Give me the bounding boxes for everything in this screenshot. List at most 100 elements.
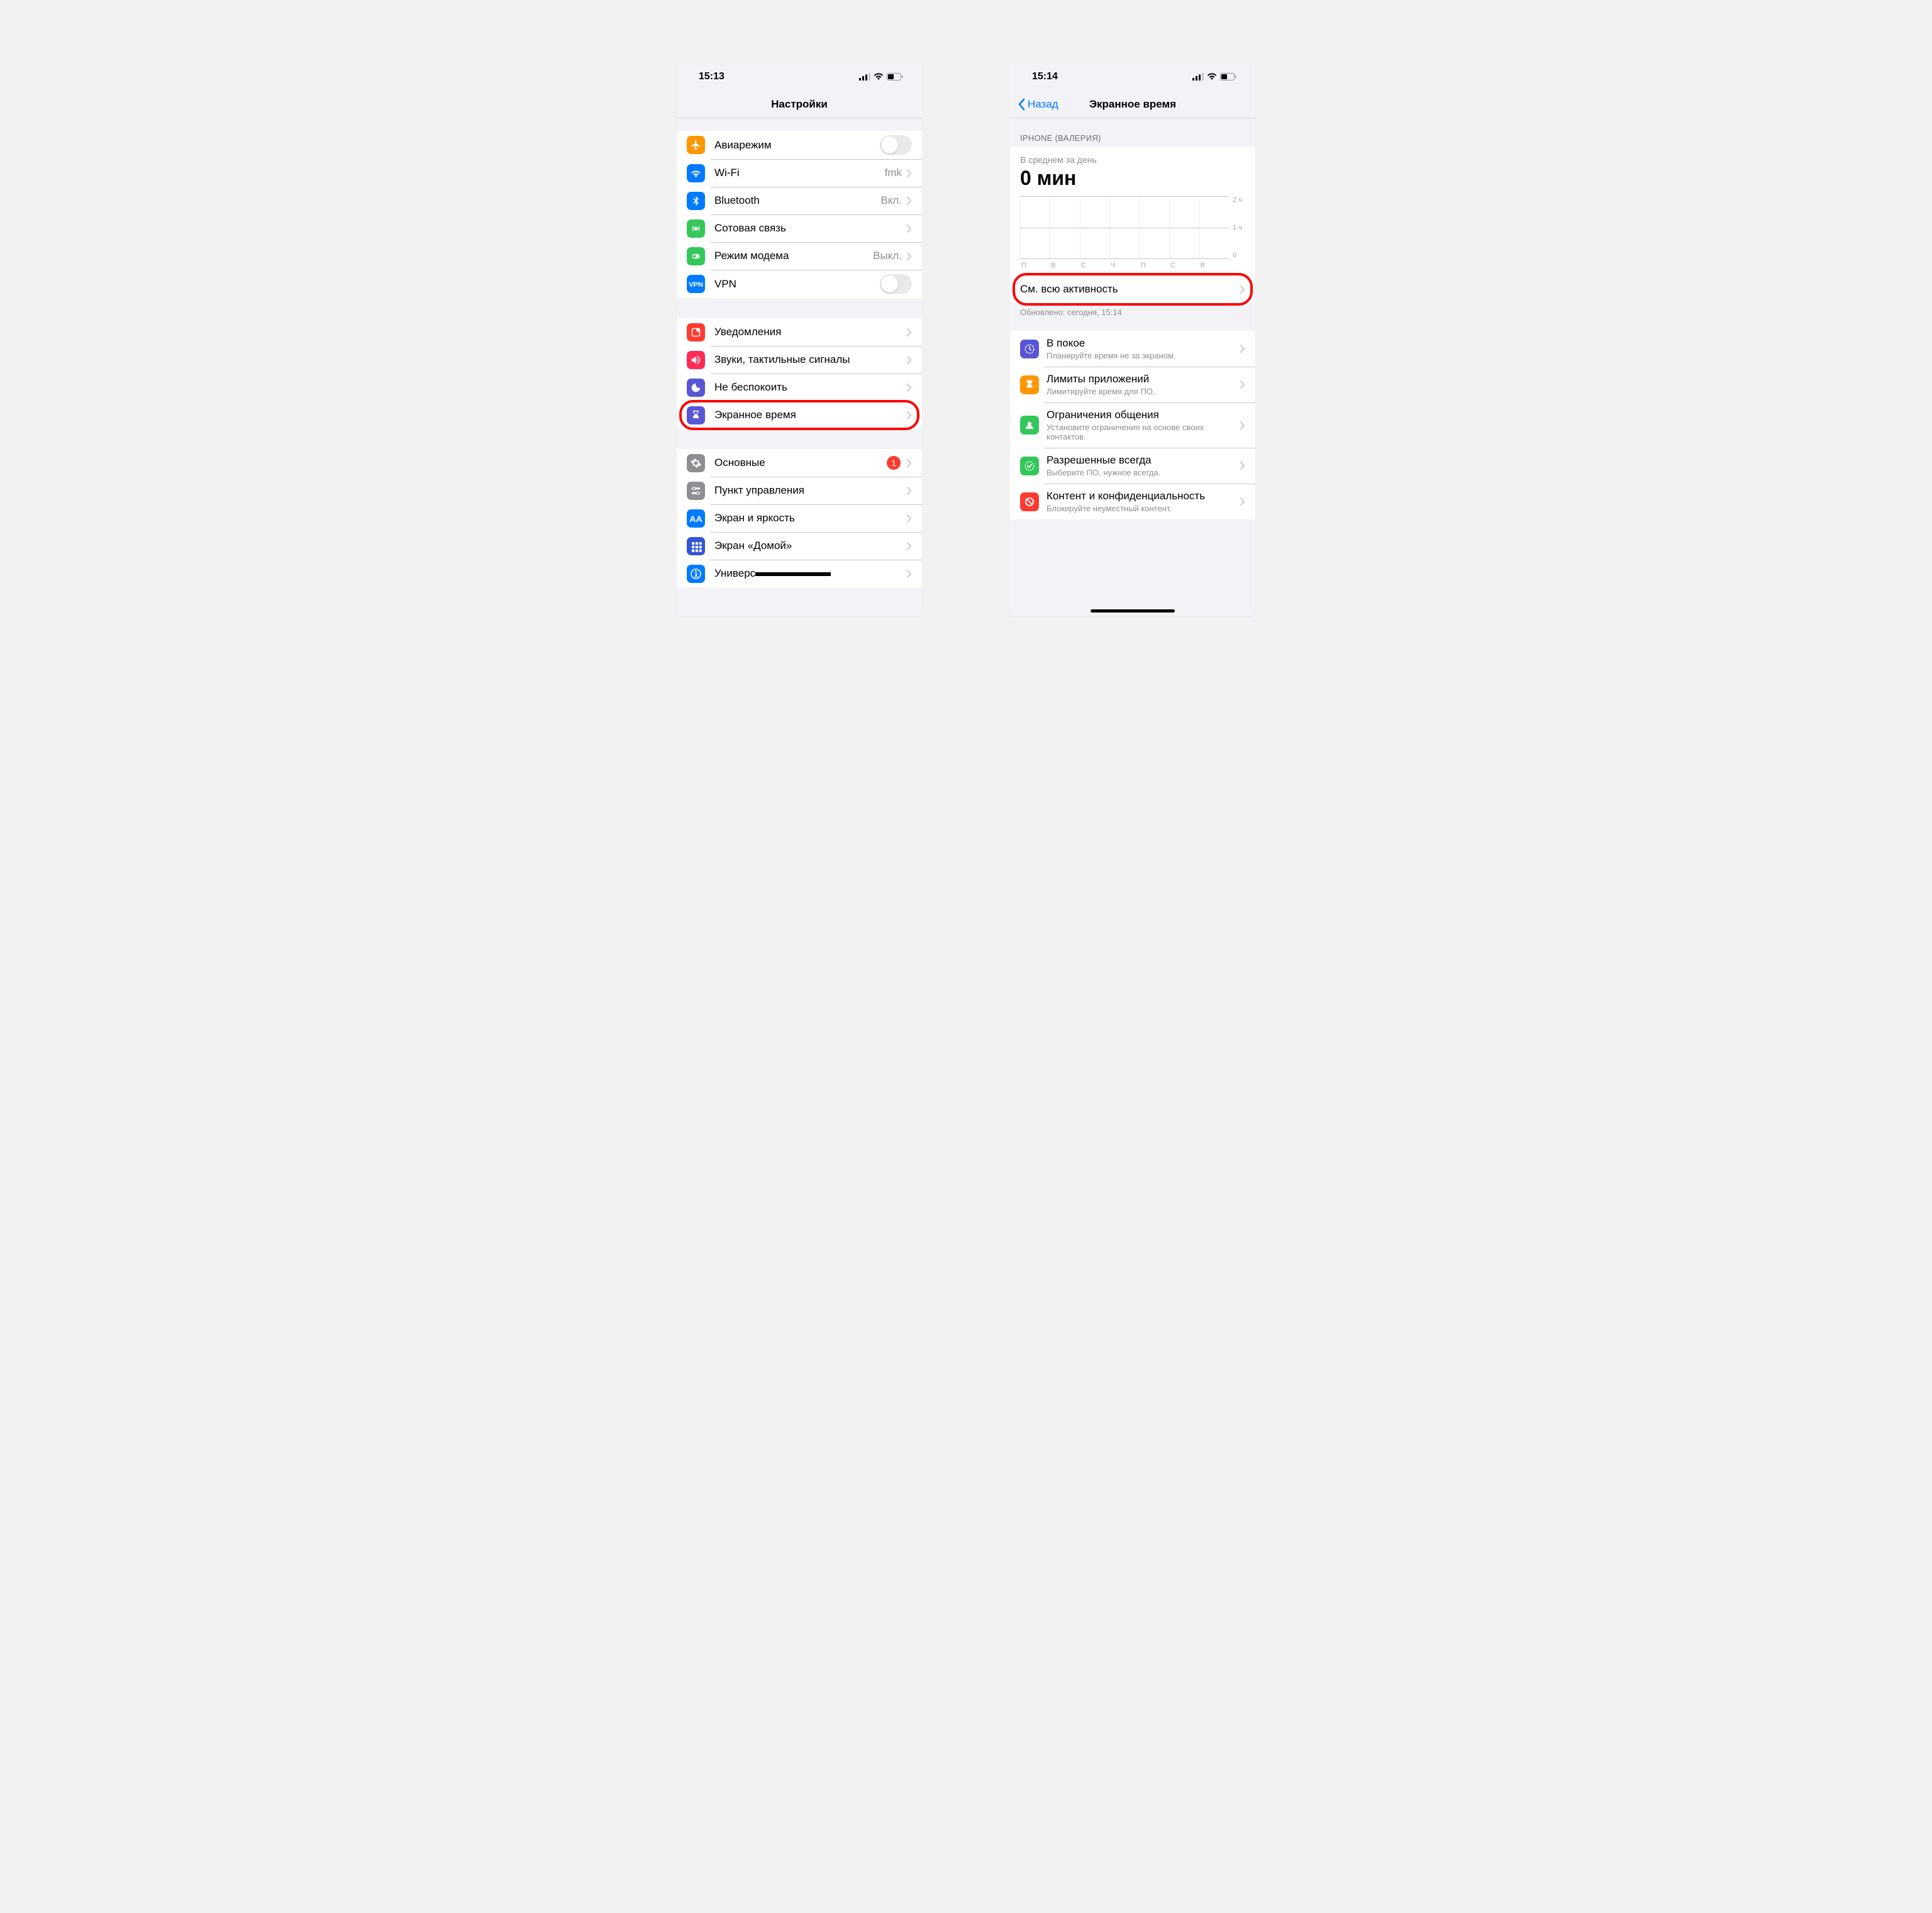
option-subtitle: Выберите ПО, нужное всегда. (1046, 468, 1240, 477)
screentime-option-allowed[interactable]: Разрешенные всегдаВыберите ПО, нужное вс… (1010, 448, 1255, 484)
battery-icon (1220, 73, 1236, 80)
screentime-option-downtime[interactable]: В покоеПланируйте время не за экраном. (1010, 331, 1255, 367)
row-label: Пункт управления (714, 484, 907, 497)
chevron-right-icon (907, 459, 912, 467)
settings-row-airplane[interactable]: Авиарежим (677, 131, 922, 159)
chevron-right-icon (1240, 497, 1245, 506)
nav-bar: Назад Экранное время (1010, 91, 1255, 118)
chevron-right-icon (907, 514, 912, 523)
settings-row-notif[interactable]: Уведомления (677, 318, 922, 346)
settings-row-sound[interactable]: Звуки, тактильные сигналы (677, 346, 922, 374)
phone-settings: 15:13 Настройки АвиарежимWi-FifmkBluetoo… (677, 63, 922, 616)
settings-row-moon[interactable]: Не беспокоить (677, 374, 922, 401)
page-title: Настройки (771, 98, 828, 111)
option-subtitle: Блокируйте неуместный контент. (1046, 504, 1240, 513)
row-label: VPN (714, 278, 880, 291)
option-title: Ограничения общения (1046, 409, 1240, 421)
x-label: С (1169, 262, 1199, 269)
access-icon (687, 565, 705, 583)
svg-text:AA: AA (689, 514, 702, 524)
screentime-option-limits[interactable]: Лимиты приложений Лимитируйте время для П… (1010, 367, 1255, 402)
row-value: Выкл. (873, 250, 902, 262)
chevron-right-icon (907, 487, 912, 495)
phone-screentime: 15:14 Назад Экранное время IPHONE (ВАЛЕР… (1010, 63, 1255, 616)
settings-row-home[interactable]: Экран «Домой» (677, 532, 922, 560)
row-label: Звуки, тактильные сигналы (714, 353, 907, 366)
x-label: П (1020, 262, 1050, 269)
chevron-right-icon (907, 169, 912, 177)
chevron-right-icon (907, 252, 912, 260)
gear-icon (687, 454, 705, 472)
display-icon: AA (687, 509, 705, 528)
row-label: Bluetooth (714, 194, 880, 207)
row-label: Не беспокоить (714, 381, 907, 394)
option-subtitle: Планируйте время не за экраном. (1046, 351, 1240, 360)
settings-row-hourglass[interactable]: Экранное время (677, 401, 922, 429)
home-icon (687, 537, 705, 555)
sound-icon (687, 351, 705, 369)
cellular-icon (1192, 73, 1204, 80)
row-label: Экран «Домой» (714, 540, 907, 552)
settings-row-cellular[interactable]: Сотовая связь (677, 214, 922, 242)
option-title: Лимиты приложений (1046, 373, 1240, 385)
badge: 1 (887, 456, 901, 470)
notif-icon (687, 323, 705, 341)
settings-row-control[interactable]: Пункт управления (677, 477, 922, 504)
settings-row-gear[interactable]: Основные1 (677, 449, 922, 477)
row-label: Основные (714, 457, 887, 469)
settings-row-display[interactable]: AA Экран и яркость (677, 504, 922, 532)
battery-icon (887, 73, 903, 80)
option-subtitle: Установите ограничения на основе своих к… (1046, 423, 1240, 441)
settings-row-vpn[interactable]: VPNVPN (677, 270, 922, 298)
hourglass-icon (687, 406, 705, 424)
see-all-activity-row[interactable]: См. всю активность (1010, 275, 1255, 303)
chevron-right-icon (907, 542, 912, 550)
wifi-icon (874, 73, 884, 80)
page-title: Экранное время (1089, 98, 1176, 111)
status-time: 15:14 (1032, 71, 1058, 82)
hotspot-icon (687, 247, 705, 265)
status-bar: 15:14 (1010, 63, 1255, 91)
status-time: 15:13 (699, 71, 724, 82)
toggle-switch[interactable] (880, 135, 912, 155)
option-title: Контент и конфиденциальность (1046, 490, 1240, 502)
settings-row-bluetooth[interactable]: BluetoothВкл. (677, 187, 922, 214)
x-label: П (1140, 262, 1169, 269)
row-label: Экранное время (714, 409, 907, 421)
settings-row-access[interactable]: Универс (677, 560, 922, 587)
settings-row-hotspot[interactable]: Режим модемаВыкл. (677, 242, 922, 270)
option-subtitle: Лимитируйте время для ПО. (1046, 387, 1240, 396)
nav-bar: Настройки (677, 91, 922, 118)
chevron-right-icon (1240, 286, 1245, 294)
screentime-option-content[interactable]: Контент и конфиденциальность Блокируйте н… (1010, 484, 1255, 519)
chevron-right-icon (907, 356, 912, 364)
settings-row-wifi[interactable]: Wi-Fifmk (677, 159, 922, 187)
chevron-right-icon (1240, 462, 1245, 470)
device-header: IPHONE (ВАЛЕРИЯ) (1010, 118, 1255, 147)
chevron-right-icon (1240, 345, 1245, 353)
chevron-left-icon (1018, 98, 1025, 111)
status-icons (859, 73, 903, 80)
row-value: fmk (885, 167, 902, 179)
row-label: Экран и яркость (714, 512, 907, 524)
updated-label: Обновлено: сегодня, 15:14 (1010, 303, 1255, 317)
usage-chart (1020, 196, 1229, 259)
bluetooth-icon (687, 192, 705, 210)
status-icons (1192, 73, 1236, 80)
content-icon (1020, 492, 1039, 511)
status-bar: 15:13 (677, 63, 922, 91)
row-value: Вкл. (880, 194, 902, 207)
option-title: Разрешенные всегда (1046, 454, 1240, 467)
cellular-icon (687, 219, 705, 238)
back-button[interactable]: Назад (1018, 98, 1058, 111)
chevron-right-icon (1240, 380, 1245, 389)
row-label: Авиарежим (714, 139, 880, 152)
downtime-icon (1020, 340, 1039, 358)
y-label: 1 ч (1233, 224, 1245, 231)
x-label: С (1080, 262, 1109, 269)
chevron-right-icon (907, 411, 912, 419)
screentime-option-comm[interactable]: Ограничения общения Установите ограничени… (1010, 402, 1255, 448)
chevron-right-icon (907, 197, 912, 205)
toggle-switch[interactable] (880, 274, 912, 294)
home-indicator[interactable] (1091, 609, 1175, 613)
